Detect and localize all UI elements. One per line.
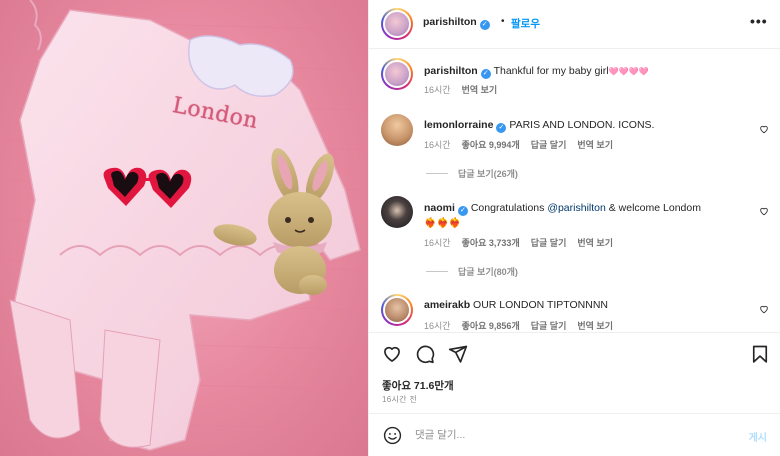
post-header: parishilton ✓ • 팔로우 •••: [369, 0, 780, 49]
caption-meta: 16시간 번역 보기: [424, 83, 508, 96]
comment-avatar[interactable]: [381, 294, 413, 326]
comment-item: lemonlorraine ✓ PARIS AND LONDON. ICONS. …: [369, 113, 780, 181]
verified-badge-icon: ✓: [479, 20, 490, 30]
caption-translate-link[interactable]: 번역 보기: [462, 85, 498, 95]
comment-like-heart-icon[interactable]: [759, 304, 769, 314]
comment-time[interactable]: 16시간: [424, 321, 451, 331]
post-photo[interactable]: London: [0, 0, 368, 456]
comment-meta: 16시간 좋아요 9,856개 답글 달기 번역 보기: [424, 319, 624, 332]
comment-like-heart-icon[interactable]: [759, 206, 769, 216]
caption-emoji: 🩷🩷🩷🩷: [608, 67, 649, 76]
heart-icon[interactable]: [382, 344, 402, 364]
comment-translate-link[interactable]: 번역 보기: [577, 238, 613, 248]
caption-body: Thankful for my baby girl: [493, 65, 609, 77]
comment-translate-link[interactable]: 번역 보기: [577, 140, 613, 150]
caption: parishilton ✓ Thankful for my baby girl🩷🩷…: [369, 58, 780, 108]
comment-likes[interactable]: 좋아요 9,994개: [462, 140, 520, 150]
comment-text: naomi ✓ Congratulations @parishilton & we…: [424, 201, 701, 231]
share-icon[interactable]: [448, 344, 468, 364]
comments-list[interactable]: parishilton ✓ Thankful for my baby girl🩷🩷…: [369, 50, 780, 332]
caption-text: parishilton ✓ Thankful for my baby girl🩷🩷…: [424, 65, 648, 79]
comment-username[interactable]: naomi: [424, 202, 455, 214]
comment-like-heart-icon[interactable]: [759, 124, 769, 134]
replies-line: [426, 173, 448, 174]
post-sidebar: parishilton ✓ • 팔로우 ••• parishilton ✓ Than…: [368, 0, 780, 456]
comment-time[interactable]: 16시간: [424, 140, 451, 150]
comment-likes[interactable]: 좋아요 9,856개: [462, 321, 520, 331]
comment-body: OUR LONDON TIPTONNNN: [473, 299, 609, 311]
post-actions: 좋아요 71.6만개 16시간 전: [369, 332, 780, 414]
replies-line: [426, 271, 448, 272]
comment-emoji-hearts: ❤️‍🔥❤️‍🔥❤️‍🔥: [424, 218, 462, 229]
caption-time[interactable]: 16시간: [424, 85, 451, 95]
comment-item: naomi ✓ Congratulations @parishilton & we…: [369, 195, 780, 279]
comment-body-start: Congratulations: [470, 202, 548, 214]
verified-badge-icon: ✓: [480, 69, 491, 79]
comment-body-end: & welcome Londom: [605, 202, 701, 214]
comment-reply-button[interactable]: 답글 달기: [531, 321, 567, 331]
verified-badge-icon: ✓: [457, 206, 468, 216]
comment-composer: 게시: [369, 415, 780, 456]
likes-count[interactable]: 좋아요 71.6만개: [382, 378, 454, 393]
follow-button[interactable]: 팔로우: [511, 16, 540, 31]
instagram-post-view: London parishilton ✓ • 팔로우 ••• parishilt…: [0, 0, 780, 456]
post-comment-button[interactable]: 게시: [749, 429, 767, 444]
comment-mention-link[interactable]: @parishilton: [547, 202, 606, 214]
comment-avatar[interactable]: [381, 196, 413, 228]
post-timestamp[interactable]: 16시간 전: [382, 394, 417, 405]
comment-input[interactable]: [415, 425, 715, 445]
comment-username[interactable]: ameirakb: [424, 299, 470, 311]
caption-avatar[interactable]: [381, 58, 413, 90]
comment-icon[interactable]: [415, 344, 435, 364]
comment-body: PARIS AND LONDON. ICONS.: [509, 119, 655, 131]
comment-time[interactable]: 16시간: [424, 238, 451, 248]
comment-likes[interactable]: 좋아요 3,733개: [462, 238, 520, 248]
view-replies-label: 답글 보기(26개): [458, 169, 518, 179]
comment-item: ameirakb OUR LONDON TIPTONNNN 16시간 좋아요 9,…: [369, 293, 780, 332]
more-options-icon[interactable]: •••: [750, 13, 768, 29]
smiley-icon[interactable]: [383, 426, 402, 445]
view-replies-button[interactable]: 답글 보기(26개): [426, 167, 518, 180]
photo-illustration: [0, 0, 368, 451]
separator-dot: •: [501, 16, 505, 27]
author-username-text[interactable]: parishilton: [423, 16, 477, 28]
comment-meta: 16시간 좋아요 3,733개 답글 달기 번역 보기: [424, 236, 624, 249]
comment-text: ameirakb OUR LONDON TIPTONNNN: [424, 299, 608, 311]
comment-username[interactable]: lemonlorraine: [424, 119, 493, 131]
comment-reply-button[interactable]: 답글 달기: [531, 238, 567, 248]
comment-reply-button[interactable]: 답글 달기: [531, 140, 567, 150]
comment-meta: 16시간 좋아요 9,994개 답글 달기 번역 보기: [424, 138, 624, 151]
comment-translate-link[interactable]: 번역 보기: [577, 321, 613, 331]
comment-avatar[interactable]: [381, 114, 413, 146]
verified-badge-icon: ✓: [496, 123, 507, 133]
author-username[interactable]: parishilton ✓: [423, 16, 490, 30]
bookmark-icon[interactable]: [750, 344, 770, 364]
comment-text: lemonlorraine ✓ PARIS AND LONDON. ICONS.: [424, 119, 654, 133]
view-replies-button[interactable]: 답글 보기(80개): [426, 265, 518, 278]
view-replies-label: 답글 보기(80개): [458, 267, 518, 277]
author-avatar[interactable]: [381, 8, 413, 40]
caption-username[interactable]: parishilton: [424, 65, 478, 77]
